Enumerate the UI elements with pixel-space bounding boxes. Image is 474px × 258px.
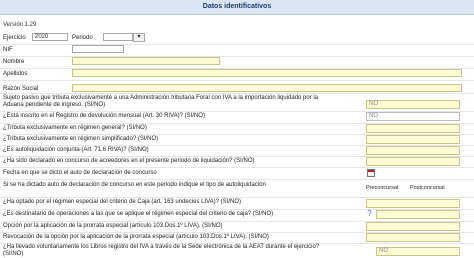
question-criterio-caja: ¿Ha optado por el régimen especial del c…	[3, 199, 242, 205]
question-revocacion-prorrata: Revocación de la opción por la aplicació…	[3, 234, 269, 240]
ejercicio-field[interactable]: 2020	[32, 33, 68, 41]
postconcursal-label: Postconcursal	[410, 185, 445, 191]
concurso-tipo-text: Si se ha dictado auto de declaración de …	[3, 182, 266, 188]
prorrata-especial-field[interactable]	[366, 222, 460, 231]
revocacion-prorrata-field[interactable]	[366, 233, 460, 242]
periodo-label: Periodo	[72, 35, 93, 41]
nombre-field[interactable]	[72, 57, 220, 65]
question-prorrata-especial: Opción por la aplicación de la prorrata …	[3, 223, 223, 229]
divider	[0, 93, 474, 94]
question-regimen-general: ¿Tributa exclusivamente en régimen gener…	[3, 125, 147, 131]
concurso-acreedores-field[interactable]	[366, 157, 460, 166]
question-registro-devolucion: ¿Está inscrito en el Registro de devoluc…	[3, 113, 205, 119]
apellidos-field[interactable]	[72, 69, 462, 77]
regimen-simplificado-field[interactable]	[366, 135, 460, 144]
nombre-label: Nombre	[3, 59, 25, 65]
help-icon[interactable]: ?	[365, 209, 374, 218]
question-aduana: Sujeto pasivo que tributa exclusivamente…	[3, 95, 319, 101]
libros-registro-field[interactable]: NO	[376, 247, 460, 256]
destinatario-caja-field[interactable]	[376, 210, 460, 219]
question-regimen-simplificado: ¿Tributa exclusivamente en régimen simpl…	[3, 136, 159, 142]
divider	[0, 179, 474, 180]
section-header: Datos identificativos	[0, 0, 474, 15]
ejercicio-label: Ejercicio	[3, 35, 26, 41]
aduana-field[interactable]: NO	[366, 100, 460, 109]
registro-devolucion-field[interactable]: NO	[366, 112, 460, 121]
divider	[0, 197, 474, 198]
question-fecha-auto: Fecha en que se dictó el auto de declara…	[3, 170, 157, 176]
nif-field[interactable]	[72, 45, 124, 53]
preconcursal-label: Preconcursal	[366, 185, 399, 191]
question-aduana-cont: Aduana pendiente de ingreso. (SI/NO)	[3, 102, 106, 108]
criterio-caja-field[interactable]	[366, 199, 460, 208]
question-autoliquidacion-conjunta: ¿Es autoliquidación conjunta (Art. 71.6 …	[3, 147, 149, 153]
nif-label: NIF	[3, 47, 13, 53]
question-destinatario-caja: ¿Es destinatario de operaciones a las qu…	[3, 211, 274, 217]
calendar-icon[interactable]	[367, 169, 375, 177]
question-concurso-acreedores: ¿Ha sido declarado en concurso de acreed…	[3, 158, 255, 164]
question-libros-registro-cont: (SI/NO)	[3, 251, 24, 257]
question-libros-registro: ¿Ha llevado voluntariamente los Libros r…	[3, 244, 320, 250]
divider	[0, 167, 474, 168]
autoliquidacion-conjunta-field[interactable]	[366, 146, 460, 155]
apellidos-label: Apellidos	[3, 71, 28, 77]
razon-social-label: Razón Social	[3, 86, 39, 92]
periodo-select[interactable]	[103, 33, 133, 41]
version-label: Versión 1.29	[3, 22, 37, 28]
razon-social-field[interactable]	[72, 84, 462, 92]
divider	[0, 80, 474, 81]
regimen-general-field[interactable]	[366, 124, 460, 133]
chevron-down-icon[interactable]: ▾	[133, 33, 145, 42]
